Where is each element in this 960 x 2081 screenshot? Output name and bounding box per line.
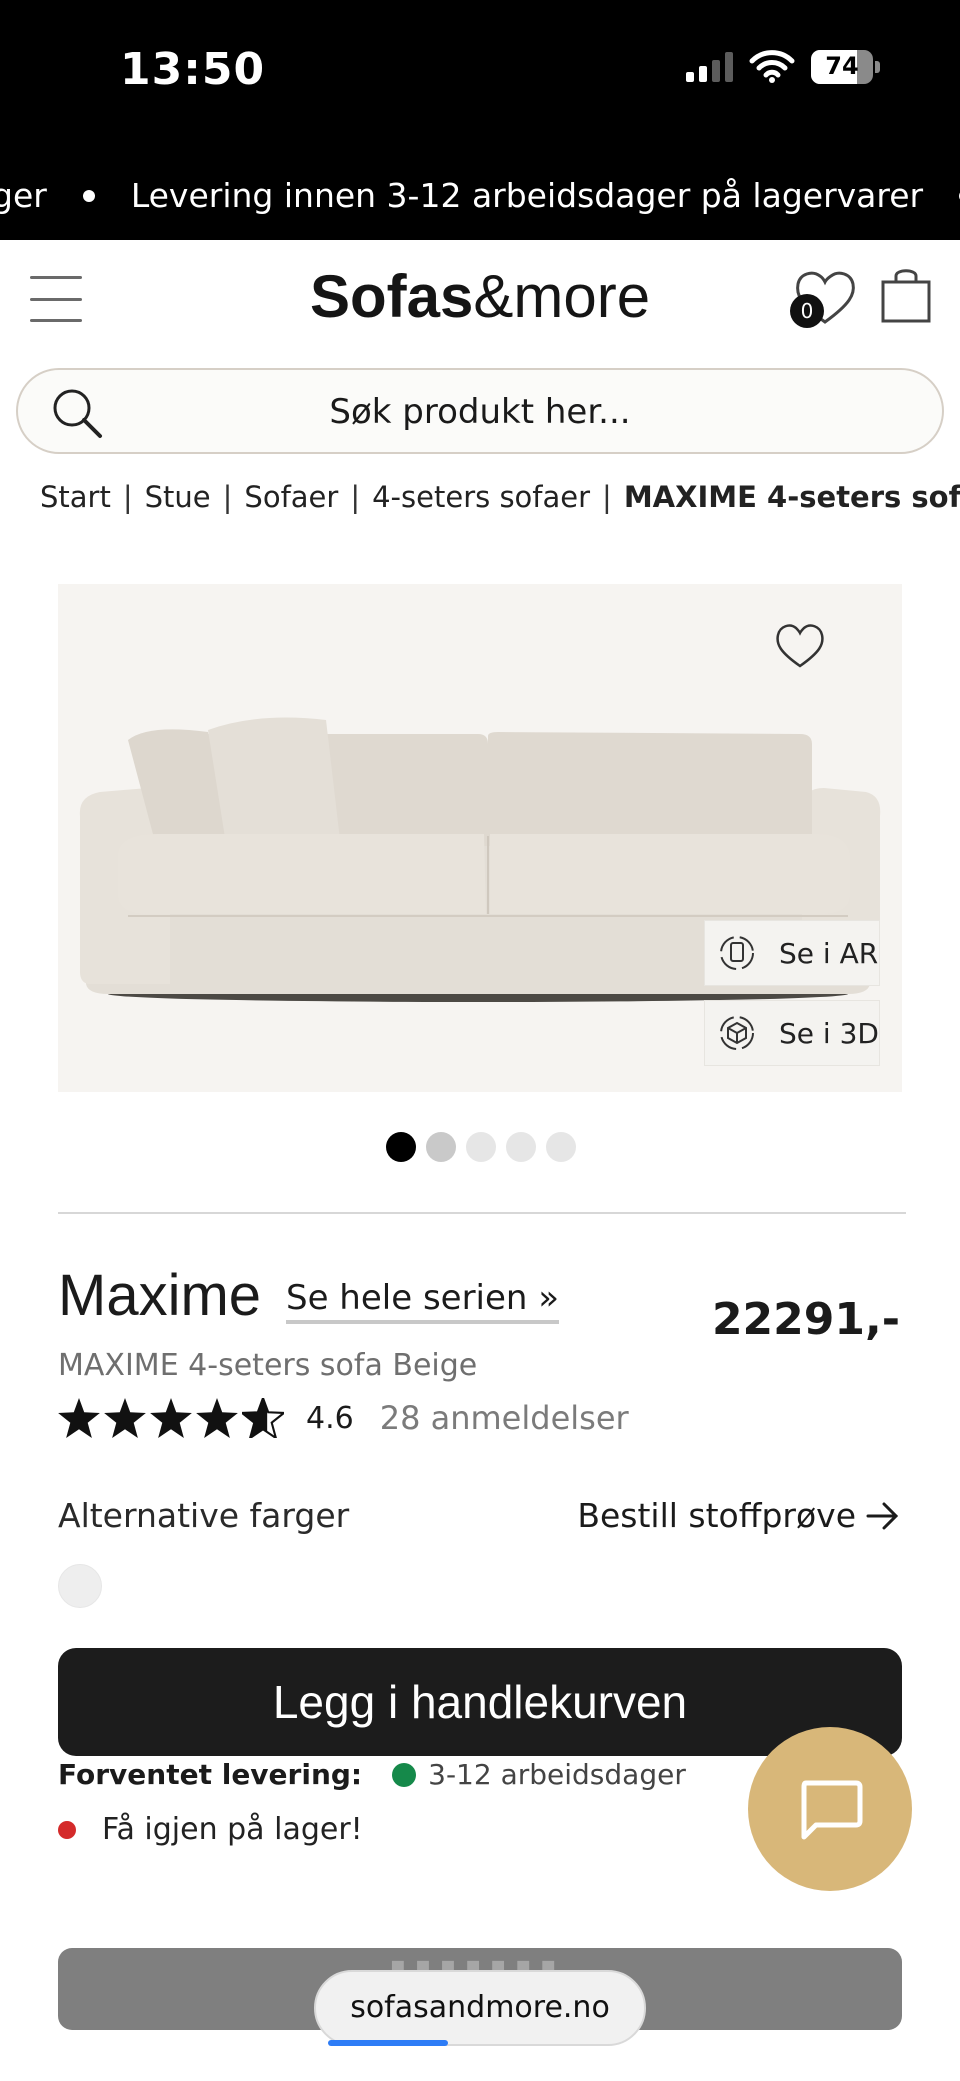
gallery-dot[interactable] [466, 1132, 496, 1162]
gallery-dot[interactable] [386, 1132, 416, 1162]
product-rating[interactable]: 4.6 28 anmeldelser [58, 1398, 629, 1438]
search-placeholder: Søk produkt her... [329, 392, 631, 432]
color-swatch[interactable] [58, 1564, 102, 1608]
order-sample-label: Bestill stoffprøve [577, 1496, 856, 1535]
signal-icon [686, 52, 733, 82]
view-in-3d-button[interactable]: Se i 3D [704, 1000, 880, 1066]
site-header: Sofas&more 0 [0, 240, 960, 355]
stock-text: Få igjen på lager! [102, 1812, 363, 1847]
search-input[interactable]: Søk produkt her... [16, 368, 944, 454]
browser-url-bar[interactable]: sofasandmore.no [314, 1970, 646, 2046]
breadcrumb-separator: | [350, 480, 361, 514]
expected-delivery: Forventet levering: 3-12 arbeidsdager [58, 1758, 686, 1791]
product-price: 22291,- [711, 1294, 900, 1345]
gallery-dot[interactable] [506, 1132, 536, 1162]
star-icon [196, 1398, 238, 1438]
star-icon-partial [242, 1398, 284, 1438]
status-icons: 74 [686, 50, 880, 84]
ticker-message: Levering innen 3-12 arbeidsdager på lage… [130, 176, 924, 215]
rating-stars [58, 1398, 284, 1438]
breadcrumb-item[interactable]: Stue [145, 480, 211, 514]
page-load-progress [328, 2040, 448, 2046]
battery-icon: 74 [811, 50, 873, 84]
3d-label: Se i 3D [779, 1016, 879, 1050]
rating-value: 4.6 [306, 1400, 354, 1436]
status-bar: 13:50 74 [0, 0, 960, 140]
ticker-fragment: ger [0, 176, 47, 215]
gallery-pagination [386, 1132, 576, 1162]
view-in-ar-button[interactable]: Se i AR [704, 920, 880, 986]
order-fabric-sample-link[interactable]: Bestill stoffprøve [577, 1496, 900, 1535]
ticker-dot [82, 189, 95, 202]
shopping-bag-icon[interactable] [880, 264, 932, 324]
delivery-status-dot [392, 1762, 417, 1787]
section-divider [58, 1212, 906, 1214]
breadcrumb-separator: | [222, 480, 233, 514]
stock-status-dot [58, 1820, 76, 1839]
star-icon [58, 1398, 100, 1438]
stock-status: Få igjen på lager! [58, 1812, 363, 1847]
see-series-link[interactable]: Se hele serien » [286, 1278, 560, 1324]
breadcrumb-item[interactable]: Start [40, 480, 111, 514]
breadcrumb-separator: | [122, 480, 133, 514]
chat-bubble-icon [801, 1780, 863, 1840]
breadcrumb-separator: | [602, 480, 612, 514]
wifi-icon [749, 50, 795, 83]
breadcrumb-item[interactable]: Sofaer [244, 480, 338, 514]
battery-level: 74 [825, 52, 859, 80]
chat-button[interactable] [748, 1727, 912, 1891]
product-subtitle: MAXIME 4-seters sofa Beige [58, 1348, 478, 1383]
arrow-right-icon [866, 1502, 899, 1529]
alternative-colors-label: Alternative farger [58, 1496, 350, 1535]
delivery-label: Forventet levering: [58, 1758, 363, 1791]
status-time: 13:50 [120, 44, 266, 95]
wishlist-count-badge: 0 [790, 294, 824, 328]
add-to-cart-button[interactable]: Legg i handlekurven [58, 1648, 902, 1756]
announcement-ticker: ger Levering innen 3-12 arbeidsdager på … [0, 140, 960, 240]
cube-3d-icon [720, 1016, 754, 1050]
star-icon [104, 1398, 146, 1438]
product-image-gallery[interactable]: Se i AR Se i 3D [58, 584, 902, 1092]
battery-tip [875, 61, 880, 73]
ar-label: Se i AR [779, 936, 879, 970]
gallery-dot[interactable] [546, 1132, 576, 1162]
gallery-dot[interactable] [426, 1132, 456, 1162]
delivery-days: 3-12 arbeidsdager [428, 1758, 686, 1791]
reviews-count-link[interactable]: 28 anmeldelser [380, 1399, 629, 1437]
ar-icon [720, 936, 754, 970]
favorite-heart-icon[interactable] [772, 620, 828, 670]
breadcrumb-current: MAXIME 4-seters sofa Beige [623, 480, 960, 514]
breadcrumb-item[interactable]: 4-seters sofaer [372, 480, 590, 514]
product-name: Maxime [58, 1263, 262, 1328]
star-icon [150, 1398, 192, 1438]
breadcrumb: Start | Stue | Sofaer | 4-seters sofaer | MAXIME… [40, 480, 960, 520]
